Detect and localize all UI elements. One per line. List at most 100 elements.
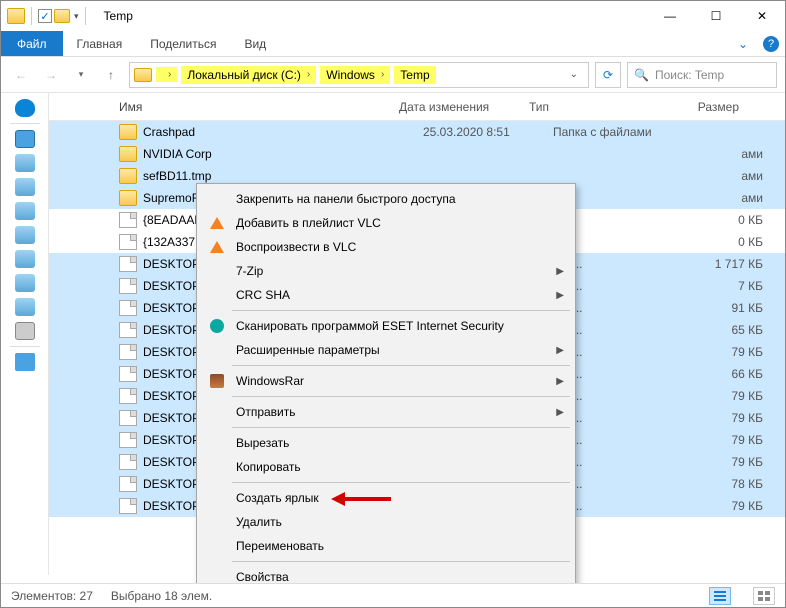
- context-menu: Закрепить на панели быстрого доступа Доб…: [196, 183, 576, 593]
- sidebar-documents-icon[interactable]: [15, 202, 35, 220]
- app-icon[interactable]: [7, 8, 25, 24]
- qat-open-icon[interactable]: [54, 9, 70, 23]
- file-size: 79 КБ: [683, 411, 773, 425]
- sidebar-thispc-icon[interactable]: [15, 130, 35, 148]
- sidebar-folder-icon[interactable]: [15, 154, 35, 172]
- ribbon-file-tab[interactable]: Файл: [1, 31, 63, 56]
- ctx-vlc-play[interactable]: Воспроизвести в VLC: [200, 235, 572, 259]
- ribbon-expand-icon[interactable]: ⌄: [729, 31, 757, 56]
- menu-separator: [232, 396, 570, 397]
- view-thumbnails-button[interactable]: [753, 587, 775, 605]
- menu-separator: [232, 561, 570, 562]
- file-size: 79 КБ: [683, 345, 773, 359]
- file-size: 78 КБ: [683, 477, 773, 491]
- sidebar-pictures-icon[interactable]: [15, 226, 35, 244]
- file-size: 91 КБ: [683, 301, 773, 315]
- file-size: 79 КБ: [683, 455, 773, 469]
- file-icon: [119, 432, 137, 448]
- nav-up-button[interactable]: ↑: [99, 63, 123, 87]
- sidebar-onedrive-icon[interactable]: [15, 99, 35, 117]
- file-date: 25.03.2020 8:51: [423, 125, 553, 139]
- col-date[interactable]: Дата изменения: [399, 100, 529, 114]
- file-icon: [119, 234, 137, 250]
- separator: [85, 7, 86, 25]
- file-icon: [119, 146, 137, 162]
- search-input[interactable]: 🔍 Поиск: Temp: [627, 62, 777, 88]
- quick-access-toolbar: ✓ ▾: [1, 7, 96, 25]
- ctx-7zip[interactable]: 7-Zip▶: [200, 259, 572, 283]
- view-details-button[interactable]: [709, 587, 731, 605]
- col-type[interactable]: Тип: [529, 100, 659, 114]
- breadcrumb-label: Windows: [326, 68, 375, 82]
- sidebar-network-icon[interactable]: [15, 353, 35, 371]
- ctx-winrar[interactable]: WindowsRar▶: [200, 369, 572, 393]
- ctx-pin[interactable]: Закрепить на панели быстрого доступа: [200, 187, 572, 211]
- ribbon-share-tab[interactable]: Поделиться: [136, 31, 230, 56]
- qat-checkbox[interactable]: ✓: [38, 9, 52, 23]
- file-icon: [119, 278, 137, 294]
- file-size: 79 КБ: [683, 433, 773, 447]
- ribbon-home-tab[interactable]: Главная: [63, 31, 137, 56]
- address-bar[interactable]: › Локальный диск (C:)› Windows› Temp ⌄: [129, 62, 589, 88]
- navbar: ← → ▾ ↑ › Локальный диск (C:)› Windows› …: [1, 57, 785, 93]
- file-row[interactable]: Crashpad25.03.2020 8:51Папка с файлами: [49, 121, 785, 143]
- ctx-vlc-add[interactable]: Добавить в плейлист VLC: [200, 211, 572, 235]
- ctx-advanced[interactable]: Расширенные параметры▶: [200, 338, 572, 362]
- ribbon-view-tab[interactable]: Вид: [230, 31, 280, 56]
- file-size: 79 КБ: [683, 389, 773, 403]
- ctx-shortcut[interactable]: Создать ярлык: [200, 486, 572, 510]
- breadcrumb-seg1[interactable]: Локальный диск (C:)›: [181, 66, 316, 84]
- address-folder-icon: [134, 68, 152, 82]
- status-count: Элементов: 27: [11, 589, 93, 603]
- col-size[interactable]: Размер: [659, 100, 749, 114]
- file-type: Папка с файлами: [553, 125, 683, 139]
- sidebar-music-icon[interactable]: [15, 250, 35, 268]
- details-icon: [714, 591, 726, 601]
- nav-forward-button[interactable]: →: [39, 63, 63, 87]
- nav-recent-dropdown[interactable]: ▾: [69, 63, 93, 87]
- file-size: 0 КБ: [683, 213, 773, 227]
- file-size: 79 КБ: [683, 499, 773, 513]
- sidebar-disk-icon[interactable]: [15, 322, 35, 340]
- ribbon: Файл Главная Поделиться Вид ⌄ ?: [1, 31, 785, 57]
- ctx-cut[interactable]: Вырезать: [200, 431, 572, 455]
- file-size: 0 КБ: [683, 235, 773, 249]
- file-icon: [119, 388, 137, 404]
- file-icon: [119, 410, 137, 426]
- breadcrumb-seg3[interactable]: Temp: [394, 66, 435, 84]
- winrar-icon: [210, 374, 224, 388]
- file-icon: [119, 212, 137, 228]
- help-button[interactable]: ?: [757, 31, 785, 56]
- file-row[interactable]: NVIDIA Corpами: [49, 143, 785, 165]
- nav-back-button[interactable]: ←: [9, 63, 33, 87]
- submenu-arrow-icon: ▶: [556, 376, 564, 387]
- maximize-button[interactable]: ☐: [693, 1, 739, 31]
- ctx-rename[interactable]: Переименовать: [200, 534, 572, 558]
- file-size: 65 КБ: [683, 323, 773, 337]
- close-button[interactable]: ✕: [739, 1, 785, 31]
- thumbnails-icon: [758, 591, 770, 601]
- ctx-copy[interactable]: Копировать: [200, 455, 572, 479]
- ctx-delete[interactable]: Удалить: [200, 510, 572, 534]
- sidebar: [1, 93, 49, 575]
- menu-separator: [232, 482, 570, 483]
- sidebar-desktop-icon[interactable]: [15, 274, 35, 292]
- sidebar-downloads-icon[interactable]: [15, 178, 35, 196]
- breadcrumb-root-arrow[interactable]: ›: [156, 67, 177, 82]
- file-size: ами: [683, 191, 773, 205]
- file-icon: [119, 190, 137, 206]
- menu-separator: [232, 365, 570, 366]
- ctx-crc[interactable]: CRC SHA▶: [200, 283, 572, 307]
- breadcrumb-seg2[interactable]: Windows›: [320, 66, 390, 84]
- address-dropdown-icon[interactable]: ⌄: [564, 69, 584, 80]
- breadcrumb-label: Temp: [400, 68, 429, 82]
- ctx-sendto[interactable]: Отправить▶: [200, 400, 572, 424]
- sidebar-videos-icon[interactable]: [15, 298, 35, 316]
- refresh-button[interactable]: ⟳: [595, 62, 621, 88]
- minimize-button[interactable]: —: [647, 1, 693, 31]
- qat-dropdown-icon[interactable]: ▾: [74, 11, 79, 22]
- ctx-eset[interactable]: Сканировать программой ESET Internet Sec…: [200, 314, 572, 338]
- eset-icon: [210, 319, 224, 333]
- col-name[interactable]: Имя: [119, 100, 399, 114]
- file-icon: [119, 366, 137, 382]
